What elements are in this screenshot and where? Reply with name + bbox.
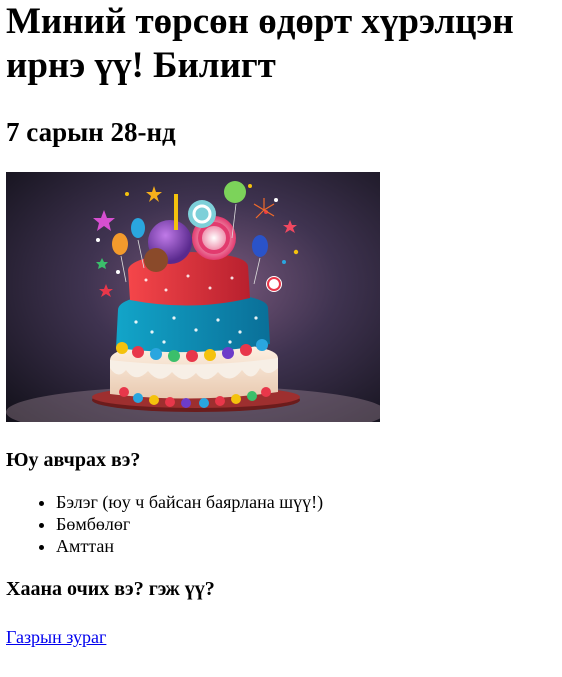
page-title: Миний төрсөн өдөрт хүрэлцэн ирнэ үү! Бил… <box>6 1 514 86</box>
event-date: 7 сарын 28-нд <box>6 117 176 147</box>
where-heading: Хаана очих вэ? гэж үү? <box>6 578 215 600</box>
list-item: Бөмбөлөг <box>56 513 556 535</box>
bring-heading: Юу авчрах вэ? <box>6 449 141 471</box>
bring-list: Бэлэг (юу ч байсан баярлана шүү!) Бөмбөл… <box>6 491 556 557</box>
list-item: Амттан <box>56 535 556 557</box>
map-link[interactable]: Газрын зураг <box>6 626 106 648</box>
invitation-page: Миний төрсөн өдөрт хүрэлцэн ирнэ үү! Бил… <box>0 0 562 648</box>
list-item: Бэлэг (юу ч байсан баярлана шүү!) <box>56 491 556 513</box>
birthday-cake-image <box>6 172 380 422</box>
